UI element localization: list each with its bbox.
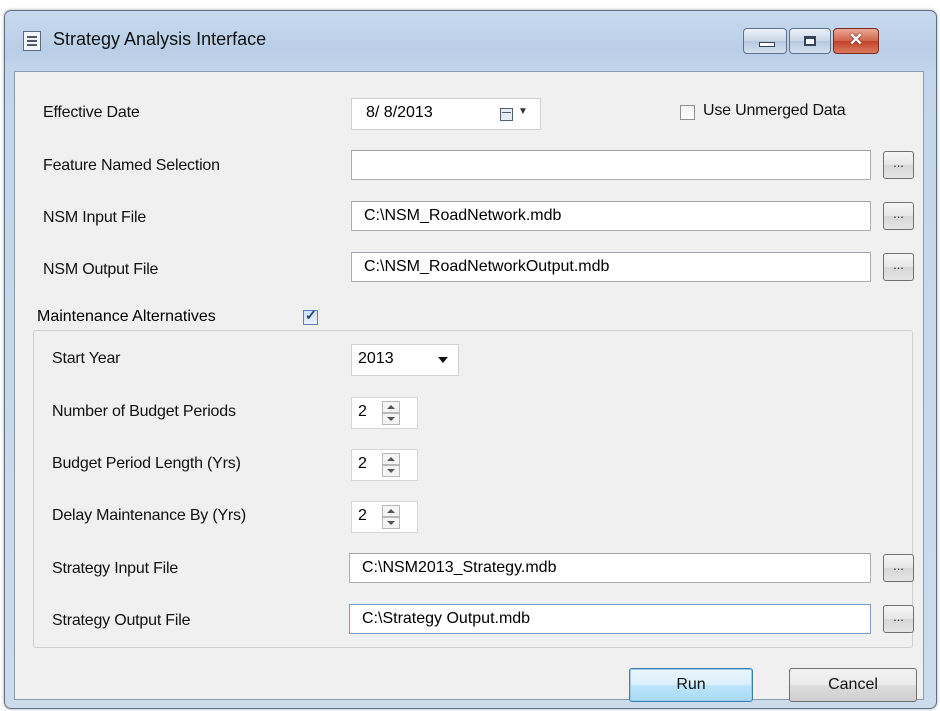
strategy-output-browse-button[interactable]: ... [883,605,914,633]
strategy-input-field[interactable]: C:\NSM2013_Strategy.mdb [349,553,871,583]
budget-periods-value: 2 [358,403,367,420]
spin-up-icon[interactable] [382,401,400,413]
nsm-input-label: NSM Input File [43,209,147,226]
strategy-input-browse-button[interactable]: ... [883,554,914,582]
spin-down-icon[interactable] [382,517,400,529]
maintenance-alternatives-group [33,330,913,648]
minimize-icon [759,42,775,47]
checkmark-icon: ✓ [305,307,317,323]
close-button[interactable]: ✕ [833,28,879,54]
start-year-value: 2013 [358,350,394,367]
feature-selection-browse-button[interactable]: ... [883,151,914,179]
close-icon: ✕ [848,30,864,49]
delay-maintenance-label: Delay Maintenance By (Yrs) [52,507,246,524]
maximize-icon [804,36,816,46]
app-icon[interactable] [23,31,41,51]
dropdown-arrow-icon[interactable]: ▼ [518,106,528,117]
use-unmerged-label[interactable]: Use Unmerged Data [703,102,846,120]
feature-named-selection-label: Feature Named Selection [43,157,220,174]
calendar-icon[interactable] [500,108,513,121]
use-unmerged-checkbox[interactable] [680,105,695,120]
effective-date-value: 8/ 8/2013 [366,104,433,121]
nsm-input-field[interactable]: C:\NSM_RoadNetwork.mdb [351,201,871,231]
period-length-value: 2 [358,455,367,472]
dialog-body: Effective Date 8/ 8/2013 ▼ Use Unmerged … [14,71,924,702]
budget-periods-stepper[interactable]: 2 [351,397,418,429]
feature-named-selection-input[interactable] [351,150,871,180]
period-length-stepper[interactable]: 2 [351,449,418,481]
strategy-output-label: Strategy Output File [52,612,191,629]
strategy-output-field[interactable]: C:\Strategy Output.mdb [349,604,871,634]
nsm-input-browse-button[interactable]: ... [883,202,914,230]
minimize-button[interactable] [743,28,787,54]
maximize-button[interactable] [789,28,831,54]
window-title: Strategy Analysis Interface [53,29,267,49]
nsm-output-browse-button[interactable]: ... [883,253,914,281]
spin-down-icon[interactable] [382,413,400,425]
maintenance-alternatives-label[interactable]: Maintenance Alternatives [35,308,218,326]
delay-maintenance-stepper[interactable]: 2 [351,501,418,533]
maintenance-alternatives-checkbox[interactable]: ✓ [303,307,318,325]
spin-up-icon[interactable] [382,505,400,517]
chevron-down-icon[interactable] [438,357,448,363]
cancel-button[interactable]: Cancel [789,668,917,702]
period-length-label: Budget Period Length (Yrs) [52,455,241,472]
run-button[interactable]: Run [629,668,753,702]
strategy-analysis-window: Strategy Analysis Interface ✕ Effective … [4,10,937,709]
budget-periods-label: Number of Budget Periods [52,403,236,420]
nsm-output-field[interactable]: C:\NSM_RoadNetworkOutput.mdb [351,252,871,282]
strategy-input-label: Strategy Input File [52,560,179,577]
start-year-dropdown[interactable]: 2013 [351,344,459,376]
title-bar[interactable]: Strategy Analysis Interface ✕ [5,11,936,71]
effective-date-picker[interactable]: 8/ 8/2013 ▼ [351,98,541,130]
start-year-label: Start Year [52,350,121,367]
spin-up-icon[interactable] [382,453,400,465]
nsm-output-label: NSM Output File [43,261,159,278]
spin-down-icon[interactable] [382,465,400,477]
effective-date-label: Effective Date [43,104,140,121]
delay-maintenance-value: 2 [358,507,367,524]
